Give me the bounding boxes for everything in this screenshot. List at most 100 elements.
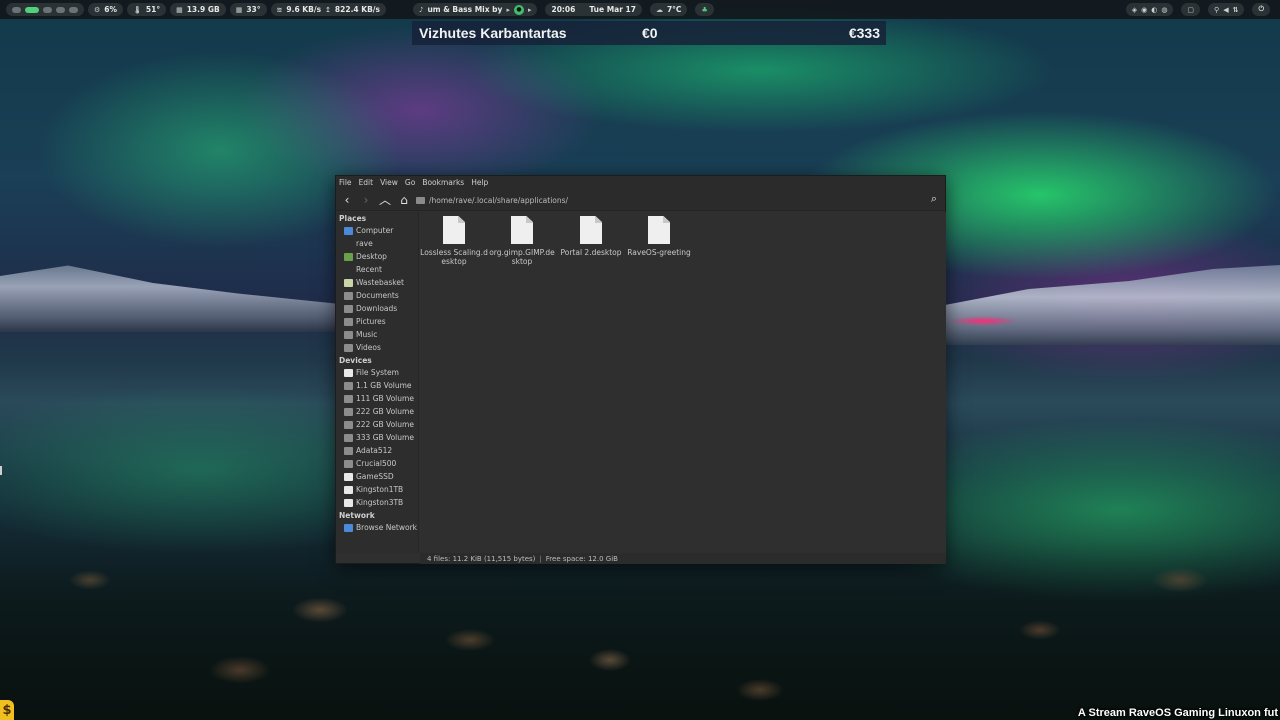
sidebar-item-browse-network[interactable]: Browse Network (336, 521, 418, 534)
status-separator: | (539, 554, 542, 563)
music-note-icon: ♪ (419, 5, 424, 14)
power-button[interactable]: ⏻ (1252, 3, 1270, 16)
search-icon[interactable]: ⌕ (927, 192, 941, 206)
file-item[interactable]: RaveOS-greeting (625, 216, 693, 257)
ram-widget[interactable]: ▦ 13.9 GB (170, 3, 226, 16)
window-button[interactable]: ▢ (1181, 3, 1201, 16)
sidebar-item-documents[interactable]: Documents (336, 289, 418, 302)
sidebar-item-videos[interactable]: Videos (336, 341, 418, 354)
drive-icon (344, 407, 353, 416)
file-item[interactable]: org.gimp.GIMP.desktop (488, 216, 556, 266)
stream-caption: A Stream RaveOS Gaming Linuxon fut (1077, 707, 1278, 719)
panel-edge-handle[interactable] (0, 466, 2, 475)
menu-bookmarks[interactable]: Bookmarks (422, 178, 464, 187)
sidebar-item-volume[interactable]: Kingston3TB (336, 496, 418, 509)
sidebar-item-volume[interactable]: Crucial500 (336, 457, 418, 470)
center-widgets: ♪ um & Bass Mix by ▸ ● ▸ 20:06 Tue Mar 1… (413, 3, 718, 16)
file-item[interactable]: Portal 2.desktop (557, 216, 625, 257)
volume-icon[interactable]: ◀ (1223, 6, 1228, 14)
cpu-widget[interactable]: ⚙ 6% (88, 3, 124, 16)
location-bar[interactable]: /home/rave/.local/share/applications/ (416, 193, 921, 207)
sidebar-item-desktop[interactable]: Desktop (336, 250, 418, 263)
sidebar-item-computer[interactable]: Computer (336, 224, 418, 237)
sidebar: Places Computer rave Desktop Recent Wast… (336, 212, 419, 553)
media-player-widget[interactable]: ♪ um & Bass Mix by ▸ ● ▸ (413, 3, 538, 16)
up-icon[interactable]: ︿ (378, 193, 392, 207)
menu-view[interactable]: View (380, 178, 398, 187)
temperature-widget[interactable]: 🌡 51° (127, 3, 167, 16)
sidebar-item-volume[interactable]: 222 GB Volume (336, 405, 418, 418)
status-bar: 4 files: 11.2 KiB (11,515 bytes) | Free … (420, 553, 946, 564)
sidebar-item-label: 111 GB Volume (356, 394, 414, 403)
next-track-icon[interactable]: ▸ (528, 6, 532, 14)
home-folder-icon (344, 240, 353, 248)
devices-header: Devices (339, 356, 372, 365)
recent-icon (344, 266, 353, 274)
price-widget-value-goal: €333 (848, 25, 880, 41)
sidebar-item-music[interactable]: Music (336, 328, 418, 341)
workspace-dot[interactable] (69, 6, 78, 13)
sidebar-item-downloads[interactable]: Downloads (336, 302, 418, 315)
menu-bar: File Edit View Go Bookmarks Help (336, 176, 945, 189)
mic-icon[interactable]: ⚲ (1214, 6, 1219, 14)
toolbar: ‹ › ︿ ⌂ /home/rave/.local/share/applicat… (336, 189, 945, 211)
sidebar-item-recent[interactable]: Recent (336, 263, 418, 276)
window-icon[interactable]: ▢ (1187, 6, 1194, 14)
sidebar-item-volume[interactable]: 222 GB Volume (336, 418, 418, 431)
workspace-dot[interactable] (12, 6, 21, 13)
file-view[interactable]: Lossless Scaling.desktop org.gimp.GIMP.d… (420, 212, 946, 553)
drive-icon (344, 394, 353, 403)
clock-widget[interactable]: 20:06 Tue Mar 17 (545, 3, 642, 16)
folder-icon (344, 330, 353, 339)
network-tray-icon[interactable]: ⇅ (1233, 6, 1239, 14)
workspace-dot-active[interactable] (25, 6, 39, 13)
weather-widget[interactable]: ☁ 7°C (649, 3, 688, 16)
app-tray-icon[interactable]: ◍ (1161, 6, 1167, 14)
sidebar-item-volume[interactable]: GameSSD (336, 470, 418, 483)
forward-icon[interactable]: › (359, 193, 373, 207)
gpu-widget[interactable]: ▦ 33° (229, 3, 267, 16)
file-item[interactable]: Lossless Scaling.desktop (420, 216, 488, 266)
top-panel: ⚙ 6% 🌡 51° ▦ 13.9 GB ▦ 33° ≋ 9.6 KB/s ↥ … (0, 0, 1280, 19)
tray-icons[interactable]: ◈ ◉ ◐ ◍ (1125, 3, 1174, 16)
memory-icon: ▦ (176, 5, 183, 14)
document-icon (511, 216, 533, 244)
sidebar-item-volume[interactable]: 333 GB Volume (336, 431, 418, 444)
workspace-dot[interactable] (56, 6, 65, 13)
folder-icon (344, 291, 353, 300)
gpu-icon: ▦ (235, 5, 243, 14)
sidebar-item-wastebasket[interactable]: Wastebasket (336, 276, 418, 289)
clock-date: Tue Mar 17 (589, 5, 636, 14)
media-control-icon[interactable]: ▸ (506, 6, 510, 14)
sidebar-item-home[interactable]: rave (336, 237, 418, 250)
sidebar-item-pictures[interactable]: Pictures (336, 315, 418, 328)
indicator-widget[interactable]: ♣ (695, 3, 714, 16)
app-tray-icon[interactable]: ◐ (1151, 6, 1157, 14)
network-widget[interactable]: ≋ 9.6 KB/s ↥ 822.4 KB/s (270, 3, 386, 16)
back-icon[interactable]: ‹ (340, 193, 354, 207)
drive-icon (344, 485, 353, 494)
status-icons[interactable]: ⚲ ◀ ⇅ (1208, 3, 1245, 16)
power-icon[interactable]: ⏻ (1258, 5, 1264, 14)
sidebar-item-label: Recent (356, 265, 382, 274)
app-tray-icon[interactable]: ◉ (1141, 6, 1147, 14)
spotify-icon[interactable]: ● (513, 4, 524, 15)
network-icon (344, 523, 353, 532)
sidebar-item-volume[interactable]: 1.1 GB Volume (336, 379, 418, 392)
sidebar-item-label: Downloads (356, 304, 398, 313)
menu-edit[interactable]: Edit (359, 178, 374, 187)
app-tray-icon[interactable]: ◈ (1132, 6, 1137, 14)
sidebar-item-volume[interactable]: 111 GB Volume (336, 392, 418, 405)
workspace-switcher[interactable] (6, 3, 84, 16)
home-icon[interactable]: ⌂ (397, 193, 411, 207)
workspace-dot[interactable] (43, 6, 52, 13)
sidebar-item-volume[interactable]: Kingston1TB (336, 483, 418, 496)
file-name: Lossless Scaling.desktop (420, 248, 488, 266)
menu-go[interactable]: Go (405, 178, 415, 187)
menu-file[interactable]: File (339, 178, 352, 187)
sidebar-item-volume[interactable]: Adata512 (336, 444, 418, 457)
sidebar-item-filesystem[interactable]: File System (336, 366, 418, 379)
drive-icon (344, 498, 353, 507)
menu-help[interactable]: Help (471, 178, 488, 187)
folder-icon (344, 317, 353, 326)
